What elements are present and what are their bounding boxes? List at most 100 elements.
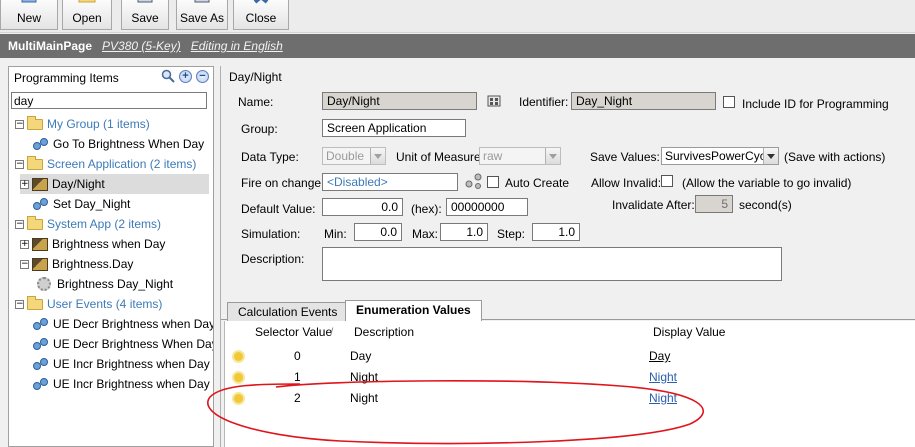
search-input[interactable] xyxy=(11,92,207,109)
allow-invalid-note: (Allow the variable to go invalid) xyxy=(682,176,852,190)
data-type-select[interactable]: Double xyxy=(322,147,386,165)
tree-label: UE Decr Brightness When Day b xyxy=(53,337,214,351)
unit-of-measure-label: Unit of Measure: xyxy=(396,150,485,164)
tree-item[interactable]: Go To Brightness When Day xyxy=(33,134,204,154)
search-icon[interactable] xyxy=(161,69,175,83)
tree-label: UE Incr Brightness when Day xyxy=(53,357,210,371)
open-button[interactable]: Open xyxy=(62,0,112,30)
tree-item[interactable]: Brightness Day_Night xyxy=(37,274,173,294)
tree-item[interactable]: − Brightness.Day xyxy=(20,254,133,274)
max-field[interactable]: 1.0 xyxy=(440,223,488,241)
open-button-label: Open xyxy=(72,11,102,25)
expand-icon[interactable]: + xyxy=(20,179,29,189)
invalidate-after-field[interactable]: 5 xyxy=(695,195,733,213)
tree-item[interactable]: Set Day_Night xyxy=(33,194,130,214)
save-as-icon xyxy=(194,0,210,3)
hex-field[interactable]: 00000000 xyxy=(446,198,528,216)
column-header-selector-value[interactable]: Selector Value xyxy=(255,325,332,343)
enum-value-icon xyxy=(234,373,243,382)
toolbar: New Open Save Save As Close xyxy=(0,0,915,33)
column-header-display-value[interactable]: Display Value xyxy=(653,325,725,343)
close-button[interactable]: Close xyxy=(233,0,289,30)
display-value-cell[interactable]: Night xyxy=(649,391,677,405)
language-link[interactable]: Editing in English xyxy=(191,39,283,53)
selector-value-cell: 0 xyxy=(294,349,301,363)
page-title: MultiMainPage xyxy=(8,39,93,53)
tree-label: UE Decr Brightness when Day xyxy=(53,317,214,331)
panel-header: Programming Items + − xyxy=(9,67,213,89)
link-icon[interactable] xyxy=(465,173,483,189)
collapse-icon[interactable]: − xyxy=(15,119,24,129)
data-type-label: Data Type: xyxy=(241,150,299,164)
browse-icon[interactable] xyxy=(487,94,501,108)
save-button[interactable]: Save xyxy=(121,0,169,30)
tree-item[interactable]: + Brightness when Day xyxy=(20,234,165,254)
save-as-button[interactable]: Save As xyxy=(176,0,228,30)
save-values-select[interactable]: SurvivesPowerCycle xyxy=(661,147,779,165)
tree-item[interactable]: UE Decr Brightness When Day b xyxy=(33,334,214,354)
tree-item[interactable]: UE Incr Brightness when Day by xyxy=(33,374,213,394)
step-label: Step: xyxy=(497,227,526,241)
tree-group-system-app[interactable]: − System App (2 items) xyxy=(15,214,161,234)
column-header-description[interactable]: Description xyxy=(354,325,414,343)
collapse-icon[interactable]: − xyxy=(15,219,24,229)
tree-label: Day/Night xyxy=(52,177,105,191)
min-field[interactable]: 0.0 xyxy=(354,223,402,241)
close-button-label: Close xyxy=(245,11,277,25)
remove-icon[interactable]: − xyxy=(196,70,209,83)
tree-item[interactable]: UE Decr Brightness when Day xyxy=(33,314,214,334)
tree-item[interactable]: UE Incr Brightness when Day xyxy=(33,354,210,374)
include-id-label: Include ID for Programming xyxy=(742,97,889,111)
save-values-value: SurvivesPowerCycle xyxy=(665,149,776,163)
name-label: Name: xyxy=(238,95,274,109)
identifier-label: Identifier: xyxy=(519,95,569,109)
tab-strip: Calculation Events Enumeration Values xyxy=(221,300,915,321)
tree-group-screen-application[interactable]: − Screen Application (2 items) xyxy=(15,154,196,174)
close-icon xyxy=(253,0,269,4)
save-as-button-label: Save As xyxy=(179,11,225,25)
collapse-icon[interactable]: − xyxy=(15,159,24,169)
save-button-label: Save xyxy=(131,11,159,25)
fire-on-change-field[interactable]: <Disabled> xyxy=(322,173,458,191)
page-title-bar: MultiMainPage PV380 (5-Key) Editing in E… xyxy=(0,34,915,58)
screen-icon xyxy=(32,237,48,251)
selector-value-cell: 2 xyxy=(294,391,301,405)
description-label: Description: xyxy=(241,252,305,266)
folder-icon xyxy=(27,295,43,310)
identifier-field[interactable]: Day_Night xyxy=(571,92,716,110)
display-value-cell[interactable]: Day xyxy=(649,349,670,363)
add-icon[interactable]: + xyxy=(179,70,192,83)
allow-invalid-checkbox[interactable] xyxy=(661,175,673,187)
tree-label: System App (2 items) xyxy=(47,217,162,231)
device-link[interactable]: PV380 (5-Key) xyxy=(102,39,181,53)
description-cell: Night xyxy=(350,370,379,384)
event-icon xyxy=(33,138,48,150)
auto-create-checkbox[interactable] xyxy=(487,176,499,188)
tree-item-selected[interactable]: + Day/Night xyxy=(20,174,209,194)
include-id-checkbox[interactable] xyxy=(723,96,735,108)
collapse-icon[interactable]: − xyxy=(15,299,24,309)
new-button[interactable]: New xyxy=(0,0,58,30)
tree-label: Set Day_Night xyxy=(53,197,131,211)
display-value-cell[interactable]: Night xyxy=(649,370,677,384)
panel-title: Programming Items xyxy=(14,71,119,85)
screen-icon xyxy=(32,257,48,271)
description-field[interactable] xyxy=(322,247,782,281)
enum-value-icon xyxy=(234,394,243,403)
tree-group-user-events[interactable]: − User Events (4 items) xyxy=(15,294,162,314)
save-values-label: Save Values: xyxy=(590,150,660,164)
event-icon xyxy=(33,338,48,350)
collapse-icon[interactable]: − xyxy=(20,259,29,269)
expand-icon[interactable]: + xyxy=(20,239,29,249)
group-field[interactable]: Screen Application xyxy=(322,119,466,137)
default-value-field[interactable]: 0.0 xyxy=(322,198,403,216)
unit-of-measure-select[interactable]: raw xyxy=(479,147,561,165)
tab-calculation-events[interactable]: Calculation Events xyxy=(227,302,349,321)
step-field[interactable]: 1.0 xyxy=(532,223,580,241)
name-field[interactable]: Day/Night xyxy=(322,92,477,110)
tree-group-my-group[interactable]: − My Group (1 items) xyxy=(15,114,150,134)
event-icon xyxy=(33,378,48,390)
fire-on-change-label: Fire on change: xyxy=(241,176,325,190)
unit-of-measure-value: raw xyxy=(483,149,503,163)
tab-enumeration-values[interactable]: Enumeration Values xyxy=(345,300,482,321)
